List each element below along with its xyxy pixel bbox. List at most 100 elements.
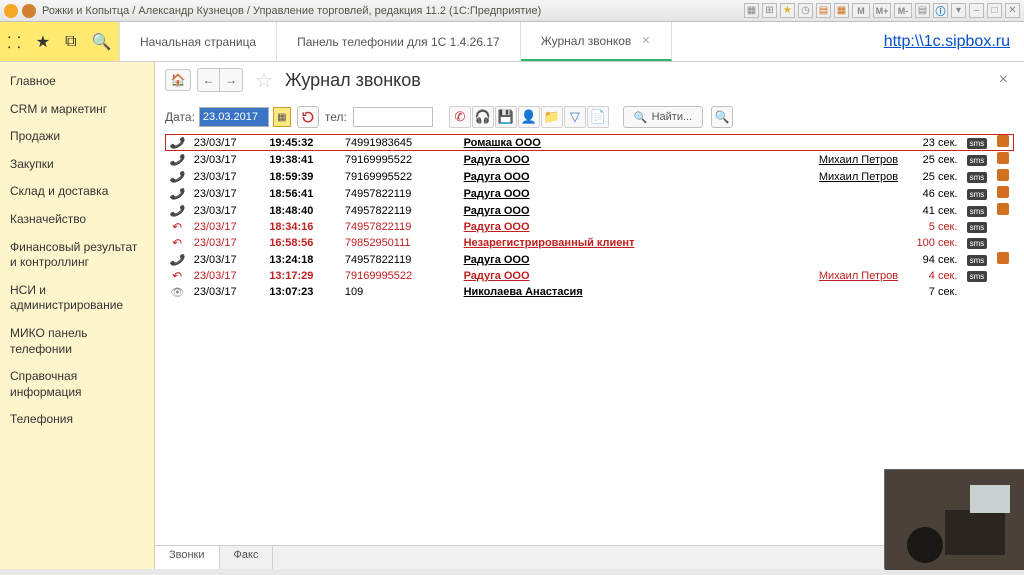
cell-client[interactable]: Радуга ООО <box>460 185 784 202</box>
nav-help[interactable]: Справочная информация <box>0 363 154 406</box>
apps-icon[interactable]: ⸬ <box>8 31 21 53</box>
date-input[interactable]: 23.03.2017 <box>199 107 269 127</box>
cell-person[interactable]: Михаил Петров <box>783 168 902 185</box>
cell-client[interactable]: Радуга ООО <box>460 151 784 168</box>
tb-btn-mminus[interactable]: M- <box>894 3 912 18</box>
star-icon[interactable]: ★ <box>36 32 50 52</box>
cell-sms[interactable]: sms <box>961 268 992 284</box>
tb-btn-grid[interactable]: ▦ <box>834 3 849 18</box>
tb-btn-m[interactable]: M <box>852 3 870 18</box>
cell-audio[interactable] <box>992 251 1014 268</box>
cell-audio[interactable] <box>992 268 1014 284</box>
tb-btn-calc[interactable]: ▤ <box>816 3 831 18</box>
nav-crm[interactable]: CRM и маркетинг <box>0 96 154 124</box>
back-icon[interactable] <box>22 4 36 18</box>
nav-forward-button[interactable]: → <box>220 69 242 91</box>
cell-audio[interactable] <box>992 235 1014 251</box>
cell-sms[interactable]: sms <box>961 219 992 235</box>
find-clear-button[interactable]: 🔍 <box>711 106 733 128</box>
cell-person[interactable] <box>783 219 902 235</box>
nav-telephony[interactable]: Телефония <box>0 406 154 434</box>
nav-sales[interactable]: Продажи <box>0 123 154 151</box>
headphones-icon[interactable]: 🎧 <box>472 106 494 128</box>
cell-audio[interactable] <box>992 284 1014 300</box>
call-row[interactable]: 📞23/03/1719:45:3274991983645Ромашка ООО2… <box>165 134 1014 151</box>
cell-person[interactable] <box>783 202 902 219</box>
minimize-icon[interactable]: – <box>969 3 984 18</box>
favorite-star-icon[interactable]: ☆ <box>255 68 273 93</box>
cell-audio[interactable] <box>992 202 1014 219</box>
tb-btn-list[interactable]: ▤ <box>915 3 930 18</box>
copy-icon[interactable]: ⧉ <box>65 33 76 51</box>
cell-sms[interactable]: sms <box>961 185 992 202</box>
cell-person[interactable] <box>783 235 902 251</box>
user-icon[interactable]: 👤 <box>518 106 540 128</box>
call-row[interactable]: ↷23/03/1713:17:2979169995522Радуга ОООМи… <box>165 268 1014 284</box>
info-icon[interactable]: ⓘ <box>933 3 948 18</box>
cell-client[interactable]: Радуга ООО <box>460 268 784 284</box>
tb-btn-clock[interactable]: ◷ <box>798 3 813 18</box>
call-row[interactable]: ↷23/03/1718:34:1674957822119Радуга ООО5 … <box>165 219 1014 235</box>
cell-person[interactable] <box>783 284 902 300</box>
nav-main[interactable]: Главное <box>0 68 154 96</box>
tb-btn-star[interactable]: ★ <box>780 3 795 18</box>
cell-sms[interactable]: sms <box>961 202 992 219</box>
tab-calls[interactable]: Звонки <box>155 545 220 569</box>
cell-person[interactable] <box>783 134 902 151</box>
nav-finresult[interactable]: Финансовый результат и контроллинг <box>0 234 154 277</box>
refresh-button[interactable] <box>297 106 319 128</box>
find-button[interactable]: 🔍 Найти... <box>623 106 703 128</box>
cell-sms[interactable]: sms <box>961 251 992 268</box>
tab-call-log[interactable]: Журнал звонков✕ <box>521 22 672 61</box>
filter-icon[interactable]: ▽ <box>564 106 586 128</box>
nav-purchases[interactable]: Закупки <box>0 151 154 179</box>
cell-audio[interactable] <box>992 134 1014 151</box>
nav-treasury[interactable]: Казначейство <box>0 206 154 234</box>
search-icon[interactable]: 🔍 <box>92 32 112 52</box>
save-icon[interactable]: 💾 <box>495 106 517 128</box>
folder-icon[interactable]: 📁 <box>541 106 563 128</box>
tb-btn-1[interactable]: ▦ <box>744 3 759 18</box>
call-row[interactable]: ↷23/03/1716:58:5679852950111Незарегистри… <box>165 235 1014 251</box>
tb-btn-dot[interactable]: ▾ <box>951 3 966 18</box>
nav-nsi[interactable]: НСИ и администрирование <box>0 277 154 320</box>
call-row[interactable]: 📞23/03/1718:59:3979169995522Радуга ОООМи… <box>165 168 1014 185</box>
cell-sms[interactable]: sms <box>961 168 992 185</box>
cell-client[interactable]: Незарегистрированный клиент <box>460 235 784 251</box>
tb-btn-mplus[interactable]: M+ <box>873 3 891 18</box>
doc-icon[interactable]: 📄 <box>587 106 609 128</box>
cell-person[interactable]: Михаил Петров <box>783 268 902 284</box>
cell-person[interactable]: Михаил Петров <box>783 151 902 168</box>
cell-audio[interactable] <box>992 219 1014 235</box>
phone-icon[interactable]: ✆ <box>449 106 471 128</box>
cell-client[interactable]: Радуга ООО <box>460 168 784 185</box>
cell-sms[interactable]: sms <box>961 151 992 168</box>
calendar-icon[interactable]: ▦ <box>273 107 291 127</box>
cell-client[interactable]: Радуга ООО <box>460 202 784 219</box>
nav-warehouse[interactable]: Склад и доставка <box>0 178 154 206</box>
nav-miko[interactable]: МИКО панель телефонии <box>0 320 154 363</box>
cell-sms[interactable]: sms <box>961 235 992 251</box>
tab-fax[interactable]: Факс <box>220 545 274 569</box>
cell-sms[interactable] <box>961 284 992 300</box>
home-button[interactable]: 🏠 <box>165 69 191 91</box>
tab-telephony-panel[interactable]: Панель телефонии для 1С 1.4.26.17 <box>277 22 521 61</box>
maximize-icon[interactable]: □ <box>987 3 1002 18</box>
cell-audio[interactable] <box>992 151 1014 168</box>
tb-btn-2[interactable]: ⊞ <box>762 3 777 18</box>
tab-close-icon[interactable]: ✕ <box>641 34 650 47</box>
call-row[interactable]: 📞23/03/1719:38:4179169995522Радуга ОООМи… <box>165 151 1014 168</box>
tab-home[interactable]: Начальная страница <box>120 22 277 61</box>
cell-client[interactable]: Радуга ООО <box>460 251 784 268</box>
cell-sms[interactable]: sms <box>961 134 992 151</box>
cell-audio[interactable] <box>992 185 1014 202</box>
sipbox-link[interactable]: http:\\1c.sipbox.ru <box>884 33 1010 51</box>
close-page-icon[interactable]: × <box>999 71 1014 89</box>
call-row[interactable]: 📞23/03/1718:48:4074957822119Радуга ООО41… <box>165 202 1014 219</box>
cell-client[interactable]: Радуга ООО <box>460 219 784 235</box>
cell-client[interactable]: Ромашка ООО <box>460 134 784 151</box>
cell-person[interactable] <box>783 185 902 202</box>
close-icon[interactable]: ✕ <box>1005 3 1020 18</box>
call-row[interactable]: 👁23/03/1713:07:23109Николаева Анастасия7… <box>165 284 1014 300</box>
call-row[interactable]: 📞23/03/1713:24:1874957822119Радуга ООО94… <box>165 251 1014 268</box>
